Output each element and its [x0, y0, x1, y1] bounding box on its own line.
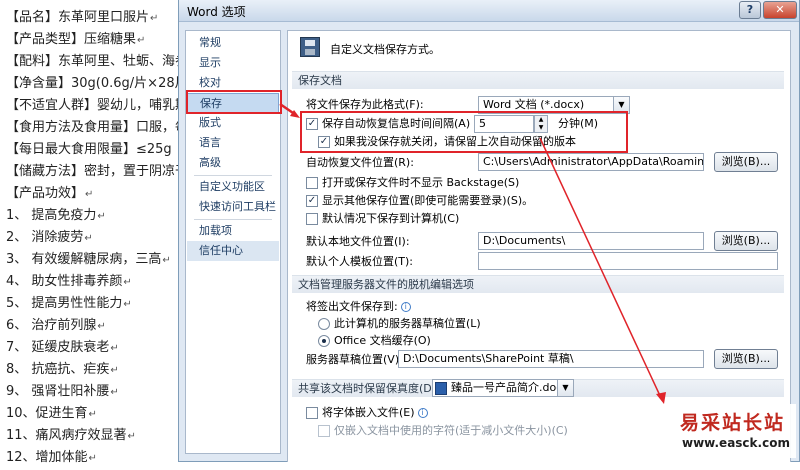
sidebar-separator [194, 219, 272, 220]
no-backstage-label: 打开或保存文件时不显示 Backstage(S) [322, 175, 519, 191]
sidebar-item-layout[interactable]: 版式 [187, 113, 279, 133]
doc-line-3: 【配料】东革阿里、牡蛎、海参、 [6, 51, 201, 73]
doc-line-11: 2、 消除疲劳↵ [6, 227, 93, 249]
doc-line-4: 【净含量】30g(0.6g/片×28片) [6, 73, 193, 95]
office-cache-label: Office 文档缓存(O) [334, 333, 431, 349]
doc-line-20: 11、痛风病疗效显著↵ [6, 425, 136, 447]
browse-autorecover-button[interactable]: 浏览(B)... [714, 152, 778, 172]
no-backstage-checkbox[interactable] [306, 177, 318, 189]
template-location-input[interactable] [478, 252, 778, 270]
browse-drafts-button[interactable]: 浏览(B)... [714, 349, 778, 369]
section-offline-editing: 文档管理服务器文件的脱机编辑选项 [292, 275, 784, 293]
embed-subset-checkbox[interactable] [318, 425, 330, 437]
doc-line-16: 7、 延缓皮肤衰老↵ [6, 337, 119, 359]
doc-line-6: 【食用方法及食用量】口服，每次 [6, 117, 201, 139]
local-location-label: 默认本地文件位置(I): [306, 234, 410, 250]
chevron-down-icon[interactable]: ▼ [557, 380, 573, 396]
info-icon: i [401, 302, 411, 312]
word-document-icon [435, 382, 447, 395]
save-to-computer-label: 默认情况下保存到计算机(C) [322, 211, 459, 227]
show-other-locations-checkbox[interactable]: ✓ [306, 195, 318, 207]
annotation-highlight-autorecover [300, 111, 628, 153]
doc-line-13: 4、 助女性排毒养颜↵ [6, 271, 132, 293]
info-icon: i [418, 408, 428, 418]
save-disk-icon [300, 37, 320, 57]
doc-line-1: 【品名】东革阿里口服片↵ [6, 7, 158, 29]
save-options-panel: 自定义文档保存方式。 保存文档 将文件保存为此格式(F): Word 文档 (*… [287, 30, 791, 462]
doc-line-8: 【储藏方法】密封，置于阴凉干燥 [6, 161, 201, 183]
sidebar-item-addins[interactable]: 加载项 [187, 221, 279, 241]
template-location-label: 默认个人模板位置(T): [306, 254, 413, 270]
panel-heading: 自定义文档保存方式。 [330, 41, 440, 57]
sidebar-item-quick-access[interactable]: 快速访问工具栏 [187, 197, 279, 217]
drafts-location-input[interactable]: D:\Documents\SharePoint 草稿\ [398, 350, 704, 368]
browse-local-button[interactable]: 浏览(B)... [714, 231, 778, 251]
save-format-value: Word 文档 (*.docx) [483, 98, 584, 111]
doc-line-21: 12、增加体能↵ [6, 447, 97, 469]
embed-fonts-label: 将字体嵌入文件(E)i [322, 405, 428, 421]
fidelity-document-select[interactable]: 臻品一号产品简介.docx ▼ [432, 379, 574, 397]
watermark-url: www.easck.com [682, 436, 790, 450]
office-cache-radio[interactable] [318, 335, 330, 347]
doc-line-10: 1、 提高免疫力↵ [6, 205, 106, 227]
show-other-locations-label: 显示其他保存位置(即使可能需要登录)(S)。 [322, 193, 533, 209]
section-save-documents: 保存文档 [292, 71, 784, 89]
site-watermark: 易采站长站 www.easck.com [670, 404, 796, 458]
autorecover-location-input[interactable]: C:\Users\Administrator\AppData\Roaming\M… [478, 153, 704, 171]
sidebar-item-customize-ribbon[interactable]: 自定义功能区 [187, 177, 279, 197]
sidebar-item-advanced[interactable]: 高级 [187, 153, 279, 173]
embed-fonts-checkbox[interactable] [306, 407, 318, 419]
doc-line-15: 6、 治疗前列腺↵ [6, 315, 106, 337]
server-drafts-label: 此计算机的服务器草稿位置(L) [334, 316, 481, 332]
annotation-highlight-save [186, 90, 282, 114]
word-options-dialog: Word 选项 ? ✕ 常规 显示 校对 保存 版式 语言 高级 自定义功能区 … [178, 0, 800, 462]
close-button[interactable]: ✕ [763, 1, 797, 19]
doc-line-18: 9、 强肾壮阳补腰↵ [6, 381, 119, 403]
doc-line-2: 【产品类型】压缩糖果↵ [6, 29, 145, 51]
dialog-title: Word 选项 [187, 3, 246, 20]
doc-line-12: 3、 有效缓解糖尿病，三高↵ [6, 249, 171, 271]
doc-line-5: 【不适宜人群】婴幼儿，哺乳期妇 [6, 95, 201, 117]
save-to-computer-checkbox[interactable] [306, 213, 318, 225]
doc-line-17: 8、 抗癌抗、疟疾↵ [6, 359, 119, 381]
checkout-label: 将签出文件保存到:i [306, 299, 411, 315]
sidebar-item-trust-center[interactable]: 信任中心 [187, 241, 279, 261]
title-bar[interactable]: Word 选项 ? ✕ [179, 0, 799, 22]
local-location-input[interactable]: D:\Documents\ [478, 232, 704, 250]
doc-line-9: 【产品功效】↵ [6, 183, 93, 205]
sidebar-separator [194, 175, 272, 176]
doc-line-7: 【每日最大食用限量】≤25g [6, 139, 172, 161]
doc-line-14: 5、 提高男性性能力↵ [6, 293, 132, 315]
watermark-name: 易采站长站 [680, 408, 785, 435]
autorecover-location-label: 自动恢复文件位置(R): [306, 155, 414, 171]
help-button[interactable]: ? [739, 1, 761, 19]
sidebar-item-display[interactable]: 显示 [187, 53, 279, 73]
drafts-location-label: 服务器草稿位置(V): [306, 352, 403, 368]
sidebar-item-language[interactable]: 语言 [187, 133, 279, 153]
server-drafts-radio[interactable] [318, 318, 330, 330]
doc-line-19: 10、促进生育↵ [6, 403, 97, 425]
embed-subset-label: 仅嵌入文档中使用的字符(适于减小文件大小)(C) [334, 423, 568, 439]
sidebar-item-general[interactable]: 常规 [187, 33, 279, 53]
